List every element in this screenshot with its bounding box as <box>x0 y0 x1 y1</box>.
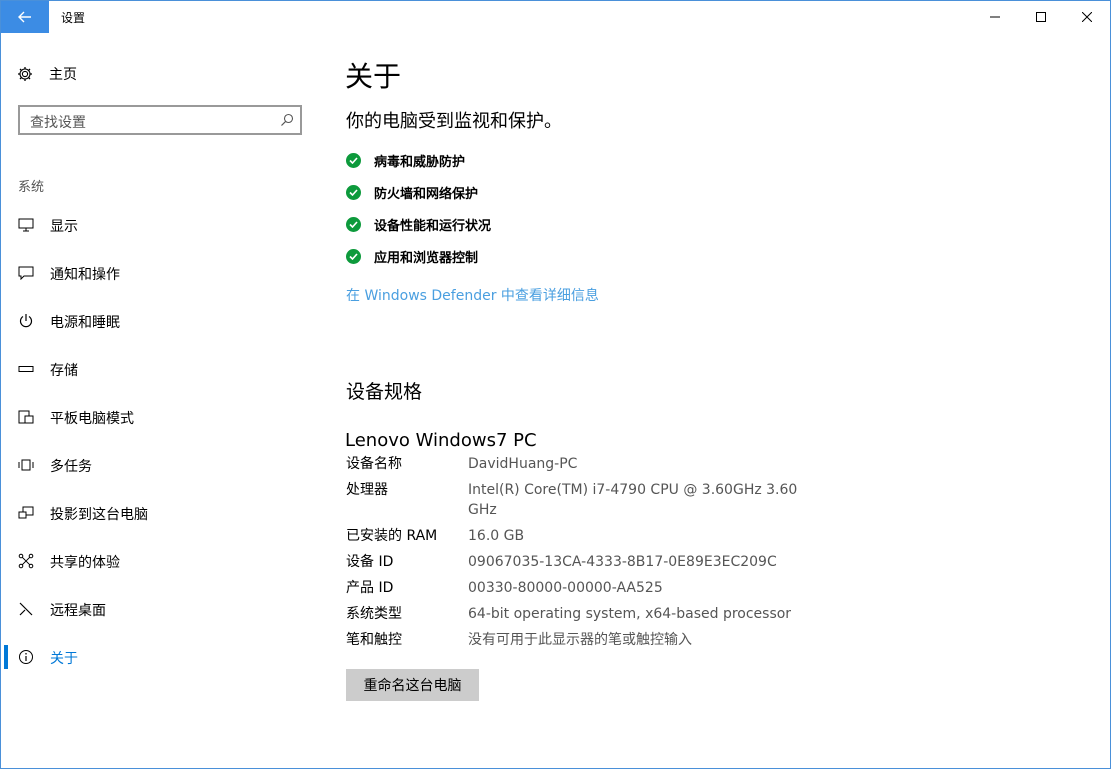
title-bar: 设置 <box>1 1 1110 33</box>
projection-icon <box>18 506 34 519</box>
monitor-icon <box>18 218 34 232</box>
status-item: 防火墙和网络保护 <box>346 182 478 202</box>
sidebar-item-label: 电源和睡眠 <box>50 315 120 331</box>
sidebar-item-shared-experiences[interactable]: 共享的体验 <box>1 541 321 581</box>
spec-value: Intel(R) Core(TM) i7-4790 CPU @ 3.60GHz … <box>468 482 798 518</box>
status-item: 应用和浏览器控制 <box>346 246 478 266</box>
sidebar-item-notifications[interactable]: 通知和操作 <box>1 253 321 293</box>
search-box[interactable]: 查找设置 <box>18 105 302 135</box>
spec-key: 设备名称 <box>346 456 402 472</box>
spec-value: 00330-80000-00000-AA525 <box>468 580 663 596</box>
notification-icon <box>18 266 34 280</box>
sidebar-item-projection[interactable]: 投影到这台电脑 <box>1 493 321 533</box>
check-circle-icon <box>346 184 361 200</box>
sidebar-item-label: 存储 <box>50 363 78 379</box>
status-label: 病毒和威胁防护 <box>374 154 466 170</box>
sidebar-item-label: 关于 <box>50 651 78 667</box>
spec-value: 09067035-13CA-4333-8B17-0E89E3EC209C <box>468 554 777 570</box>
protection-heading: 你的电脑受到监视和保护。 <box>346 111 562 132</box>
maximize-icon <box>1036 12 1046 22</box>
back-arrow-icon <box>18 11 31 23</box>
device-model: Lenovo Windows7 PC <box>345 430 537 451</box>
sidebar-item-label: 平板电脑模式 <box>50 411 134 427</box>
power-icon <box>19 314 33 328</box>
status-item: 设备性能和运行状况 <box>346 214 491 234</box>
sidebar-item-remote-desktop[interactable]: 远程桌面 <box>1 589 321 629</box>
check-circle-icon <box>346 152 361 168</box>
status-label: 防火墙和网络保护 <box>374 186 479 202</box>
page-title: 关于 <box>345 60 402 93</box>
tablet-mode-icon <box>18 410 34 424</box>
sidebar-item-multitasking[interactable]: 多任务 <box>1 445 321 485</box>
status-label: 设备性能和运行状况 <box>374 218 492 234</box>
info-icon <box>19 650 33 664</box>
search-placeholder: 查找设置 <box>30 115 86 131</box>
sidebar-item-label: 投影到这台电脑 <box>50 507 148 523</box>
status-item: 病毒和威胁防护 <box>346 150 465 170</box>
search-icon[interactable] <box>280 113 294 127</box>
close-button[interactable] <box>1064 1 1110 33</box>
spec-key: 设备 ID <box>346 554 394 570</box>
storage-icon <box>18 366 34 372</box>
spec-value: DavidHuang-PC <box>468 456 578 472</box>
sidebar-item-storage[interactable]: 存储 <box>1 349 321 389</box>
sidebar-item-label: 远程桌面 <box>50 603 106 619</box>
sidebar: 主页 查找设置 系统 显示 通知和操作 电源和睡眠 存储 平板电脑模式 多任务 … <box>1 33 321 768</box>
minimize-button[interactable] <box>972 1 1018 33</box>
spec-key: 产品 ID <box>346 580 394 596</box>
gear-icon <box>18 67 32 81</box>
settings-window: 设置 主页 查找设置 系统 显示 通知和操作 电源和睡眠 存储 平板电脑模式 多… <box>0 0 1111 769</box>
check-circle-icon <box>346 248 361 264</box>
status-label: 应用和浏览器控制 <box>374 250 479 266</box>
window-title: 设置 <box>61 11 86 25</box>
sidebar-item-label: 共享的体验 <box>50 555 120 571</box>
windows-defender-link[interactable]: 在 Windows Defender 中查看详细信息 <box>346 285 599 305</box>
sidebar-item-power[interactable]: 电源和睡眠 <box>1 301 321 341</box>
check-circle-icon <box>346 216 361 232</box>
spec-value: 64-bit operating system, x64-based proce… <box>468 606 792 622</box>
shared-experiences-icon <box>18 553 34 569</box>
rename-pc-button[interactable]: 重命名这台电脑 <box>346 669 479 701</box>
spec-key: 处理器 <box>346 482 388 498</box>
sidebar-item-about[interactable]: 关于 <box>1 637 321 677</box>
close-icon <box>1082 12 1092 22</box>
home-nav-item[interactable]: 主页 <box>17 63 77 85</box>
minimize-icon <box>990 16 1000 18</box>
specs-heading: 设备规格 <box>346 381 423 403</box>
multitasking-icon <box>18 459 34 471</box>
sidebar-item-label: 多任务 <box>50 459 92 475</box>
main-content: 关于 你的电脑受到监视和保护。 病毒和威胁防护 防火墙和网络保护 设备性能和运行… <box>345 33 1085 768</box>
sidebar-item-label: 通知和操作 <box>50 267 120 283</box>
spec-key: 笔和触控 <box>346 632 402 648</box>
system-section-label: 系统 <box>18 180 45 195</box>
active-indicator <box>4 645 8 669</box>
maximize-button[interactable] <box>1018 1 1064 33</box>
remote-desktop-icon <box>19 602 33 616</box>
spec-key: 系统类型 <box>346 606 402 622</box>
home-label: 主页 <box>49 67 77 83</box>
sidebar-item-label: 显示 <box>50 219 78 235</box>
spec-value: 没有可用于此显示器的笔或触控输入 <box>468 632 692 648</box>
back-button[interactable] <box>1 1 49 33</box>
sidebar-item-display[interactable]: 显示 <box>1 205 321 245</box>
sidebar-item-tablet-mode[interactable]: 平板电脑模式 <box>1 397 321 437</box>
spec-key: 已安装的 RAM <box>346 528 438 544</box>
spec-value: 16.0 GB <box>468 528 525 544</box>
